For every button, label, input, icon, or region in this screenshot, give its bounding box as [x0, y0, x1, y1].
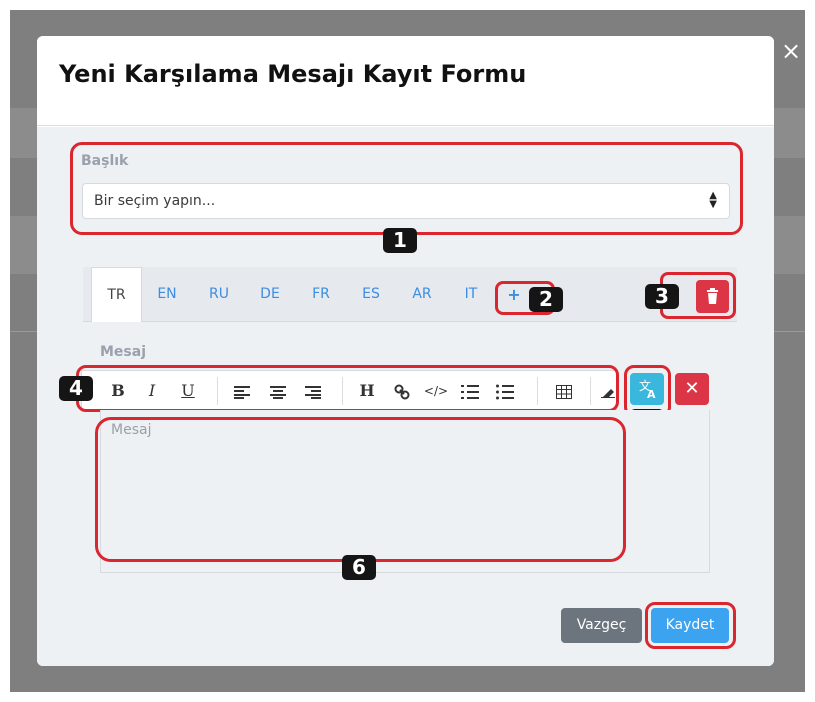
close-modal-icon[interactable]: × — [778, 38, 804, 64]
annotation-box-save — [645, 602, 736, 649]
remove-editor-button[interactable]: ✕ — [675, 373, 709, 405]
annotation-badge-2: 2 — [529, 287, 563, 312]
tab-ar[interactable]: AR — [397, 267, 447, 322]
tab-es[interactable]: ES — [346, 267, 396, 322]
message-field-label: Mesaj — [100, 344, 147, 360]
annotation-box-6 — [95, 417, 626, 562]
annotation-badge-1: 1 — [383, 228, 417, 253]
modal-title: Yeni Karşılama Mesajı Kayıt Formu — [59, 60, 527, 88]
tab-tr[interactable]: TR — [91, 267, 142, 322]
annotation-box-1 — [70, 142, 743, 235]
modal-header: Yeni Karşılama Mesajı Kayıt Formu — [37, 36, 774, 126]
annotation-badge-6: 6 — [342, 555, 376, 580]
annotation-badge-3: 3 — [645, 284, 679, 309]
modal-dialog: Yeni Karşılama Mesajı Kayıt Formu Başlık… — [37, 36, 774, 666]
tab-it[interactable]: IT — [446, 267, 496, 322]
tab-fr[interactable]: FR — [296, 267, 346, 322]
tab-ru[interactable]: RU — [194, 267, 244, 322]
cancel-button[interactable]: Vazgeç — [561, 608, 642, 643]
tab-de[interactable]: DE — [245, 267, 295, 322]
annotation-box-4 — [76, 365, 619, 412]
tab-en[interactable]: EN — [142, 267, 192, 322]
annotation-badge-4: 4 — [59, 376, 93, 401]
